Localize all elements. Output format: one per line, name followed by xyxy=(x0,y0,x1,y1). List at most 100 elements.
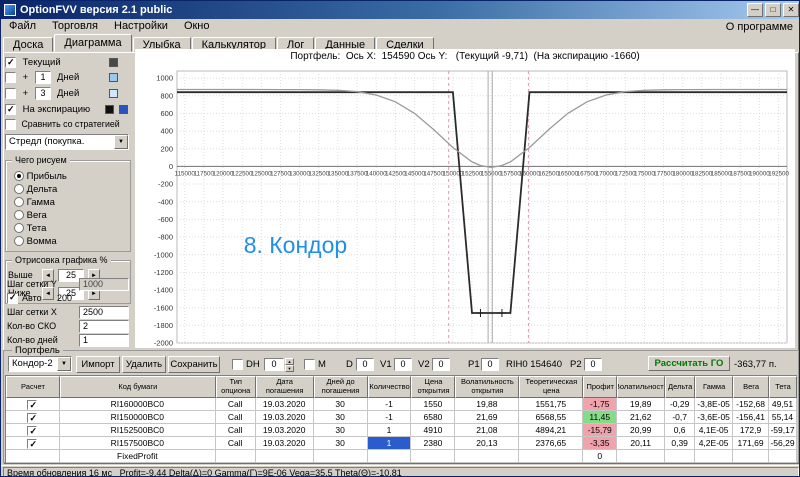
option-theta[interactable]: Тета xyxy=(14,223,46,235)
cell-vega[interactable]: 171,69 xyxy=(733,437,769,450)
expiration-checkbox[interactable] xyxy=(5,104,16,115)
tab-board[interactable]: Доска xyxy=(3,37,53,52)
cell-type[interactable]: Call xyxy=(216,398,256,411)
menu-settings[interactable]: Настройки xyxy=(106,19,176,34)
cell-code[interactable]: RI157500BC0 xyxy=(60,437,216,450)
chevron-down-icon[interactable]: ▼ xyxy=(114,135,128,149)
import-button[interactable]: Импорт xyxy=(76,356,120,373)
cell-vol[interactable]: 20,99 xyxy=(617,424,665,437)
radio-delta[interactable] xyxy=(14,184,24,194)
save-button[interactable]: Сохранить xyxy=(168,356,220,373)
cell-check[interactable] xyxy=(6,437,60,450)
option-gamma[interactable]: Гамма xyxy=(14,197,55,209)
grid-x-field[interactable]: 2500 xyxy=(79,306,129,319)
auto-checkbox[interactable] xyxy=(7,293,18,304)
cell-days[interactable]: 30 xyxy=(314,424,368,437)
cell-days[interactable]: 30 xyxy=(314,411,368,424)
column-header-days[interactable]: Дней до погашения xyxy=(314,376,368,398)
table-row[interactable]: RI157500BC0Call19.03.2020301238020,13237… xyxy=(6,437,797,450)
column-header-price[interactable]: Цена открытия xyxy=(411,376,455,398)
cell-profit[interactable]: -15,79 xyxy=(583,424,617,437)
option-vomma[interactable]: Вомма xyxy=(14,236,57,248)
dh-spinner[interactable]: ▲ ▼ xyxy=(285,358,294,371)
row-checkbox[interactable] xyxy=(27,413,37,423)
cell-date[interactable]: 19.03.2020 xyxy=(256,398,314,411)
cell-check[interactable] xyxy=(6,450,60,463)
table-row[interactable]: FixedProfit0 xyxy=(6,450,797,463)
cell-type[interactable] xyxy=(216,450,256,463)
cell-theta[interactable]: 49,51 xyxy=(769,398,797,411)
tab-diagram[interactable]: Диаграмма xyxy=(54,34,131,52)
compare-checkbox[interactable] xyxy=(5,119,16,130)
cell-profit[interactable]: -3,35 xyxy=(583,437,617,450)
cell-days[interactable]: 30 xyxy=(314,437,368,450)
cell-profit[interactable]: -1,75 xyxy=(583,398,617,411)
strategy-dropdown[interactable]: Стредл (покупка. ▼ xyxy=(5,134,129,150)
cell-theo_price[interactable] xyxy=(519,450,583,463)
cell-vol[interactable]: 19,89 xyxy=(617,398,665,411)
dh-checkbox[interactable] xyxy=(232,359,243,370)
row-checkbox[interactable] xyxy=(27,439,37,449)
column-header-qty[interactable]: Количество xyxy=(368,376,412,398)
cell-gamma[interactable]: 4,1E-05 xyxy=(695,424,733,437)
cell-open_vol[interactable]: 20,13 xyxy=(455,437,519,450)
cell-theo_price[interactable]: 6568,55 xyxy=(519,411,583,424)
row-checkbox[interactable] xyxy=(27,426,37,436)
cell-delta[interactable]: -0,7 xyxy=(665,411,695,424)
option-delta[interactable]: Дельта xyxy=(14,184,57,196)
cell-type[interactable]: Call xyxy=(216,411,256,424)
m-checkbox[interactable] xyxy=(304,359,315,370)
table-row[interactable]: RI150000BC0Call19.03.202030-1658021,6965… xyxy=(6,411,797,424)
minimize-button[interactable]: — xyxy=(747,3,763,17)
calc-go-button[interactable]: Рассчитать ГО xyxy=(648,356,730,371)
cell-date[interactable]: 19.03.2020 xyxy=(256,437,314,450)
column-header-vol[interactable]: Волатильность xyxy=(617,376,665,398)
days-count-field[interactable]: 1 xyxy=(79,334,129,347)
column-header-check[interactable]: Расчет xyxy=(6,376,60,398)
cell-delta[interactable] xyxy=(665,450,695,463)
d-field[interactable]: 0 xyxy=(356,358,374,371)
column-header-vega[interactable]: Вега xyxy=(733,376,769,398)
plus1-days-field[interactable]: 1 xyxy=(35,71,51,84)
plus1-checkbox[interactable] xyxy=(5,72,16,83)
column-header-theta[interactable]: Тета xyxy=(769,376,797,398)
delete-button[interactable]: Удалить xyxy=(122,356,166,373)
cell-check[interactable] xyxy=(6,411,60,424)
cell-theta[interactable]: -59,17 xyxy=(769,424,797,437)
cell-price[interactable]: 4910 xyxy=(411,424,455,437)
radio-vomma[interactable] xyxy=(14,236,24,246)
cell-type[interactable]: Call xyxy=(216,437,256,450)
cell-code[interactable]: RI152500BC0 xyxy=(60,424,216,437)
dh-spinner-value[interactable]: 0 xyxy=(264,358,284,371)
grid-y-field[interactable]: 1000 xyxy=(79,278,129,291)
column-header-open_vol[interactable]: Волатильность открытия xyxy=(455,376,519,398)
cell-days[interactable] xyxy=(314,450,368,463)
title-bar[interactable]: OptionFVV версия 2.1 public — □ ✕ xyxy=(1,1,800,19)
maximize-button[interactable]: □ xyxy=(765,3,781,17)
cell-gamma[interactable]: -3,8E-05 xyxy=(695,398,733,411)
cell-theo_price[interactable]: 1551,75 xyxy=(519,398,583,411)
column-header-theo_price[interactable]: Теоретическая цена xyxy=(519,376,583,398)
radio-theta[interactable] xyxy=(14,223,24,233)
chevron-down-icon[interactable]: ▼ xyxy=(57,357,71,371)
cell-vega[interactable]: -152,68 xyxy=(733,398,769,411)
cell-open_vol[interactable]: 21,08 xyxy=(455,424,519,437)
cell-code[interactable]: RI160000BC0 xyxy=(60,398,216,411)
radio-vega[interactable] xyxy=(14,210,24,220)
cell-qty[interactable]: -1 xyxy=(368,398,412,411)
cell-theta[interactable] xyxy=(769,450,797,463)
radio-gamma[interactable] xyxy=(14,197,24,207)
column-header-profit[interactable]: Профит xyxy=(583,376,617,398)
option-vega[interactable]: Вега xyxy=(14,210,47,222)
cell-code[interactable]: RI150000BC0 xyxy=(60,411,216,424)
cell-profit[interactable]: 0 xyxy=(583,450,617,463)
cell-qty[interactable]: -1 xyxy=(368,411,412,424)
column-header-gamma[interactable]: Гамма xyxy=(695,376,733,398)
cell-theta[interactable]: -56,29 xyxy=(769,437,797,450)
cell-profit[interactable]: 11,45 xyxy=(583,411,617,424)
cell-vega[interactable]: 172,9 xyxy=(733,424,769,437)
radio-profit[interactable] xyxy=(14,171,24,181)
p1-field[interactable]: 0 xyxy=(481,358,499,371)
cell-gamma[interactable]: -3,6E-05 xyxy=(695,411,733,424)
payoff-chart[interactable]: 10008006004002000-200-400-600-800-1000-1… xyxy=(137,65,793,347)
